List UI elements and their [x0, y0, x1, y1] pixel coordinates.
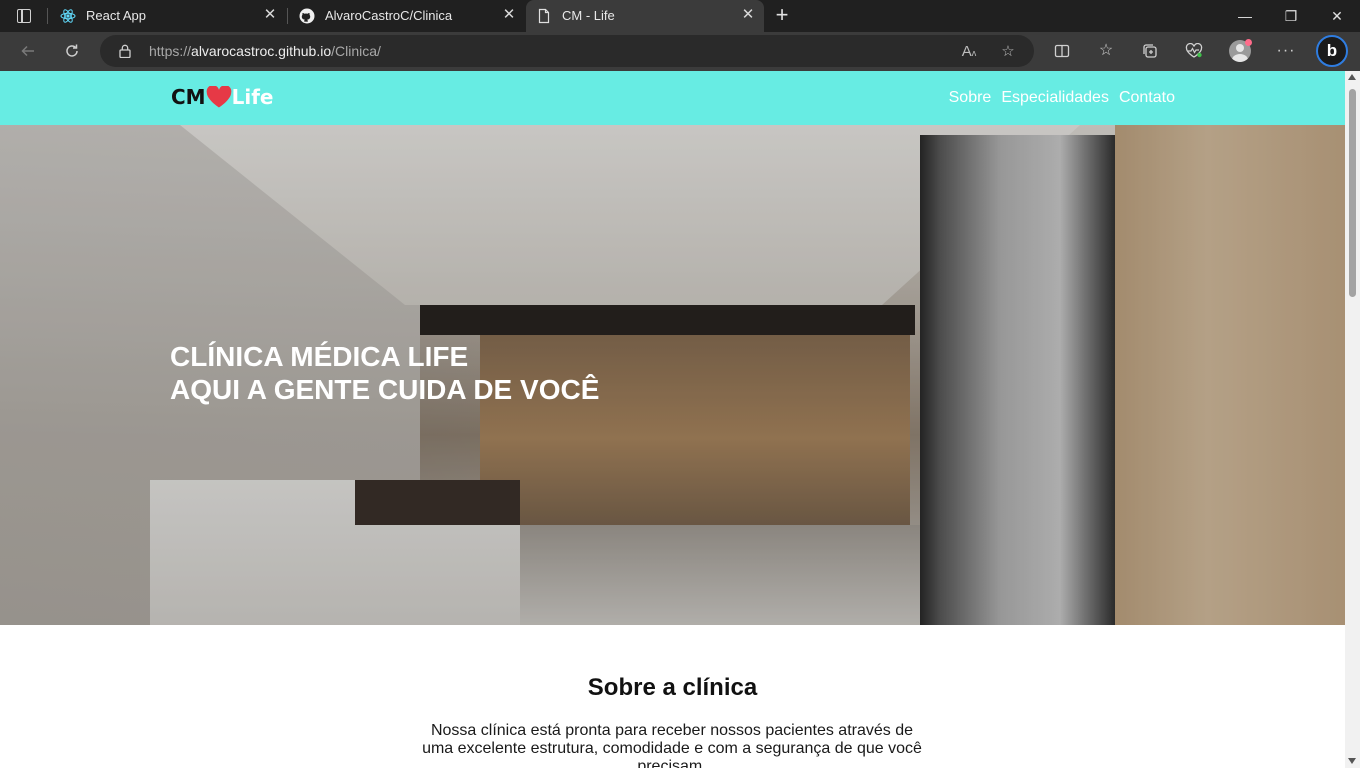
refresh-button[interactable]: [57, 36, 87, 66]
site-logo[interactable]: CM Life: [171, 83, 273, 111]
tab-separator: [47, 8, 48, 24]
url-host: alvarocastroc.github.io: [191, 43, 332, 59]
tab-title: React App: [86, 8, 146, 23]
tab-title: CM - Life: [562, 8, 615, 23]
scroll-down-arrow-icon[interactable]: [1348, 758, 1356, 764]
nav-link-especialidades[interactable]: Especialidades: [1001, 89, 1109, 107]
page-icon: [538, 8, 550, 24]
read-aloud-icon[interactable]: Aʌ: [960, 43, 978, 61]
browser-essentials-icon[interactable]: [1183, 40, 1205, 62]
restore-button[interactable]: ❐: [1268, 0, 1314, 32]
tab-close-icon[interactable]: ✕: [501, 7, 517, 23]
tab-strip: React App ✕ AlvaroCastroC/Clinica ✕ CM -…: [0, 0, 1360, 32]
back-button[interactable]: [13, 36, 43, 66]
about-paragraph: Nossa clínica está pronta para receber n…: [422, 722, 922, 768]
collections-glyph: [1143, 44, 1157, 58]
site-header: CM Life Sobre Especialidades Contato: [0, 71, 1345, 125]
notification-dot: [1245, 39, 1252, 46]
back-arrow-icon: [21, 45, 34, 57]
react-icon: [60, 9, 76, 23]
hero-line-2: AQUI A GENTE CUIDA DE VOCÊ: [170, 374, 600, 405]
scrollbar-thumb[interactable]: [1349, 89, 1356, 297]
main-nav: Sobre Especialidades Contato: [949, 89, 1175, 107]
bing-copilot-icon[interactable]: b: [1316, 35, 1348, 67]
address-bar[interactable]: https://alvarocastroc.github.io/Clinica/…: [100, 35, 1034, 67]
tab-close-icon[interactable]: ✕: [262, 7, 278, 23]
logo-cm: CM: [171, 85, 206, 109]
tab-separator: [287, 8, 288, 24]
minimize-button[interactable]: —: [1222, 0, 1268, 32]
nav-link-contato[interactable]: Contato: [1119, 89, 1175, 107]
close-window-button[interactable]: ✕: [1314, 0, 1360, 32]
split-screen-icon[interactable]: [1051, 40, 1073, 62]
page-viewport: CM Life Sobre Especialidades Contato CLÍN…: [0, 71, 1345, 768]
tab-actions-button[interactable]: [10, 7, 38, 25]
hero-heading: CLÍNICA MÉDICA LIFE AQUI A GENTE CUIDA D…: [170, 340, 599, 406]
favorite-star-icon[interactable]: ☆: [999, 43, 1017, 61]
tab-title: AlvaroCastroC/Clinica: [325, 8, 453, 23]
tab-actions-icon: [17, 9, 31, 23]
tab-close-icon[interactable]: ✕: [740, 7, 756, 23]
tab-cm-life[interactable]: CM - Life ✕: [526, 0, 764, 32]
tab-github-clinica[interactable]: AlvaroCastroC/Clinica ✕: [289, 0, 525, 32]
nav-link-sobre[interactable]: Sobre: [949, 89, 992, 107]
lock-icon[interactable]: [119, 44, 131, 58]
about-heading: Sobre a clínica: [587, 674, 758, 701]
collections-icon[interactable]: [1139, 40, 1161, 62]
page-scrollbar[interactable]: [1345, 71, 1360, 768]
url-scheme: https://: [149, 43, 192, 59]
hero-banner: CLÍNICA MÉDICA LIFE AQUI A GENTE CUIDA D…: [0, 125, 1345, 625]
github-icon: [299, 8, 315, 24]
heart-icon: [206, 86, 231, 108]
heart-pulse-glyph: [1185, 42, 1203, 58]
more-options-icon[interactable]: ···: [1275, 40, 1297, 62]
favorites-icon[interactable]: ☆: [1095, 40, 1117, 62]
tab-react-app[interactable]: React App ✕: [50, 0, 286, 32]
new-tab-button[interactable]: +: [770, 4, 794, 27]
refresh-icon: [66, 44, 78, 57]
scroll-up-arrow-icon[interactable]: [1348, 74, 1356, 80]
toolbar: https://alvarocastroc.github.io/Clinica/…: [0, 32, 1360, 71]
url-text[interactable]: https://alvarocastroc.github.io/Clinica/: [149, 43, 381, 59]
logo-life: Life: [231, 85, 274, 109]
split-screen-glyph: [1054, 44, 1070, 58]
url-path: /Clinica/: [331, 43, 381, 59]
hero-line-1: CLÍNICA MÉDICA LIFE: [170, 341, 469, 372]
